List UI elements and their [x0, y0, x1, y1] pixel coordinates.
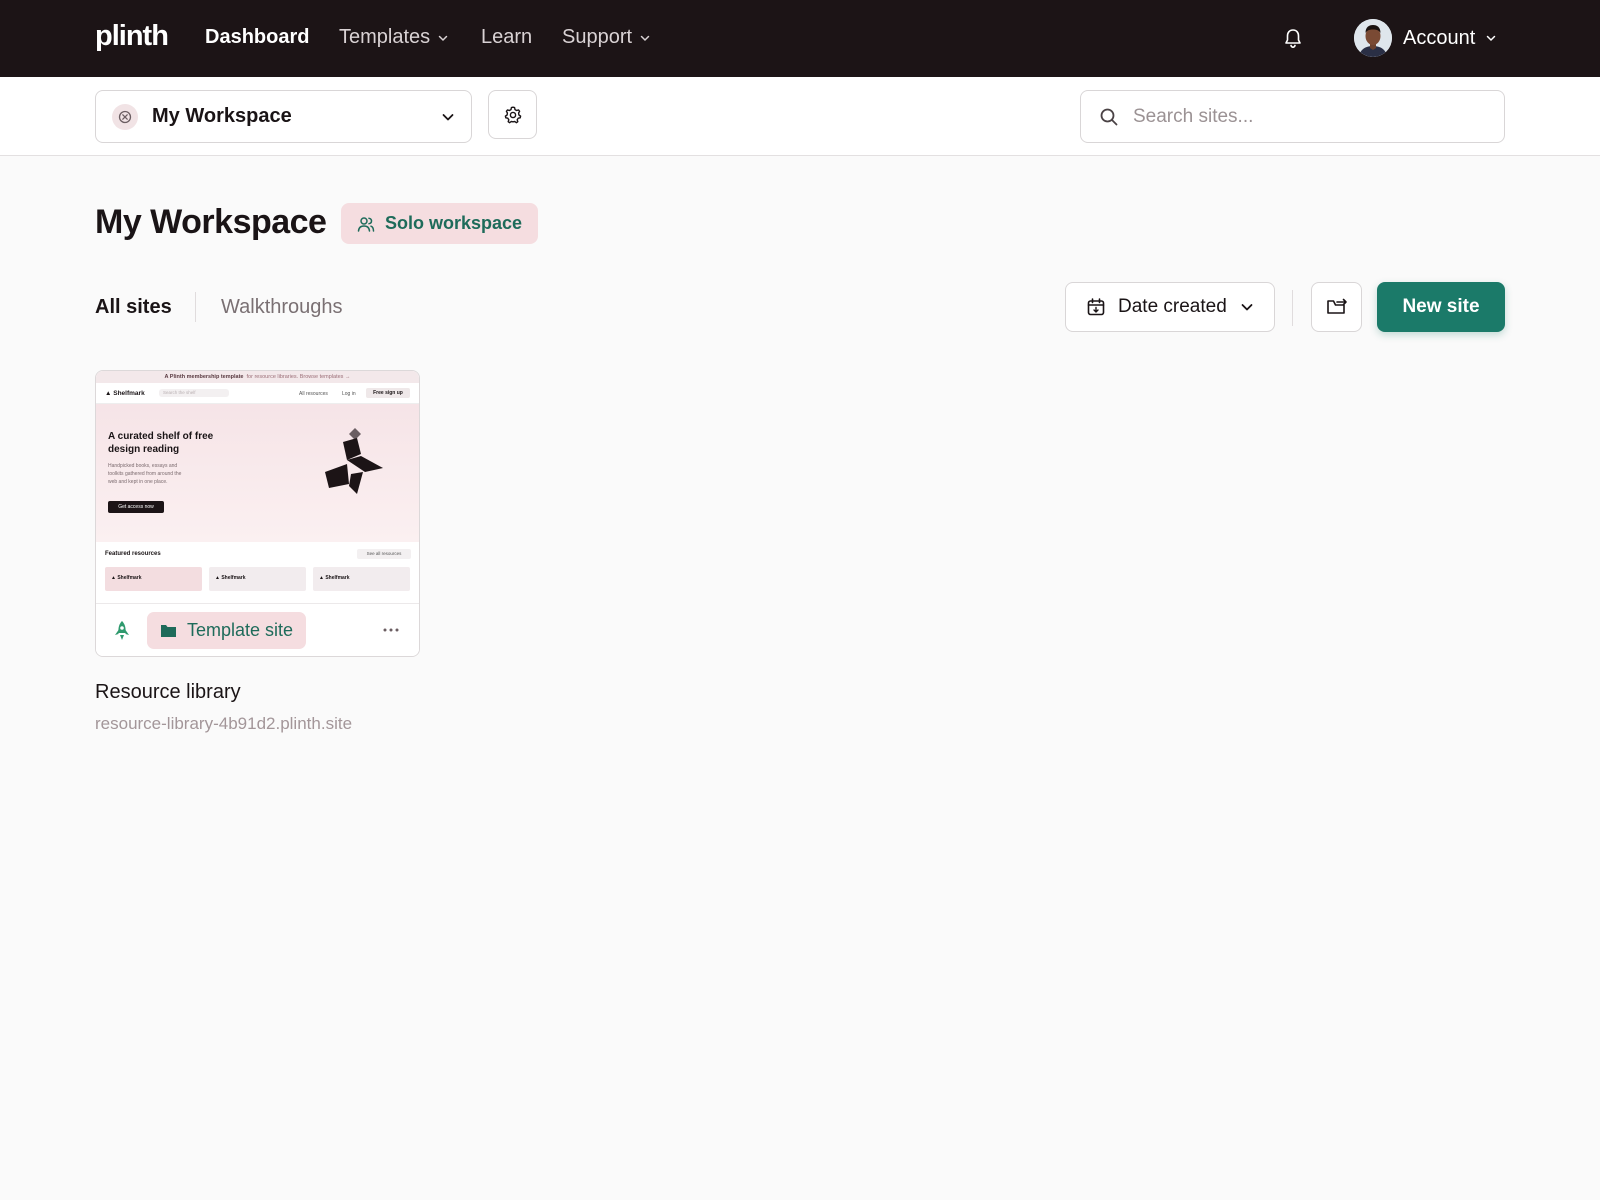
toolbar-divider	[1292, 290, 1293, 326]
nav-item-learn[interactable]: Learn	[481, 26, 532, 49]
notifications-bell-icon[interactable]	[1283, 28, 1303, 55]
thumbnail-banner-text: for resource libraries. Browse templates…	[246, 374, 351, 380]
search-bar[interactable]	[1080, 90, 1505, 143]
search-icon	[1100, 108, 1118, 125]
thumbnail-mini-card-label: Shelfmark	[221, 575, 246, 581]
account-label: Account	[1403, 26, 1476, 49]
workspace-type-badge: Solo workspace	[341, 203, 539, 244]
plinth-logo[interactable]: plinth	[95, 20, 169, 53]
avatar	[1354, 19, 1392, 57]
thumbnail-featured-title: Featured resources	[105, 551, 161, 557]
tab-all-sites[interactable]: All sites	[95, 296, 172, 319]
thumbnail-mini-card: ▲ Shelfmark	[209, 567, 306, 591]
folder-icon	[161, 625, 176, 637]
page-title: My Workspace	[95, 203, 327, 241]
thumbnail-banner-bold: A Plinth membership template	[164, 374, 244, 380]
workspace-type-label: Solo workspace	[385, 213, 523, 233]
thumbnail-banner: A Plinth membership template for resourc…	[96, 371, 419, 383]
workspace-selector-label: My Workspace	[152, 105, 292, 127]
template-site-badge[interactable]: Template site	[147, 612, 307, 649]
workspace-selector[interactable]: My Workspace	[95, 90, 472, 143]
thumbnail-see-all: See all resources	[357, 549, 411, 559]
rocket-icon	[112, 620, 132, 647]
nav-item-label: Support	[562, 26, 633, 48]
thumbnail-brand: ▲ Shelfmark	[105, 390, 145, 397]
nav-item-support[interactable]: Support	[562, 26, 650, 49]
workspace-toolbar: My Workspace	[0, 77, 1600, 156]
nav-item-templates[interactable]: Templates	[339, 26, 448, 49]
gear-icon	[504, 106, 521, 123]
chevron-down-icon	[1241, 304, 1253, 311]
thumbnail-mini-card-label: Shelfmark	[117, 575, 142, 581]
thumbnail-hero: A curated shelf of free design reading H…	[96, 404, 419, 542]
thumbnail-nav: ▲ Shelfmark Search the shelf All resourc…	[96, 383, 419, 404]
site-more-options-button[interactable]	[379, 620, 403, 640]
new-site-button[interactable]: New site	[1377, 282, 1505, 332]
chevron-down-icon	[442, 113, 454, 120]
site-name[interactable]: Resource library	[95, 681, 241, 704]
chevron-down-icon	[640, 35, 650, 41]
users-icon	[357, 216, 375, 232]
workspace-icon	[112, 103, 138, 130]
site-url[interactable]: resource-library-4b91d2.plinth.site	[95, 714, 352, 734]
template-site-label: Template site	[187, 620, 294, 640]
move-to-folder-button[interactable]	[1311, 282, 1362, 332]
site-thumbnail[interactable]: A Plinth membership template for resourc…	[96, 371, 419, 603]
site-card[interactable]: A Plinth membership template for resourc…	[95, 370, 420, 657]
thumbnail-mini-card-label: Shelfmark	[325, 575, 350, 581]
nav-item-dashboard[interactable]: Dashboard	[205, 26, 309, 49]
nav-item-label: Learn	[481, 26, 533, 48]
chevron-down-icon	[438, 35, 448, 41]
top-navigation-bar: plinth Dashboard Templates Learn Support…	[0, 0, 1600, 77]
more-horizontal-icon	[383, 628, 399, 632]
thumbnail-mini-card: ▲ Shelfmark	[105, 567, 202, 591]
nav-item-label: Dashboard	[205, 26, 310, 48]
thumbnail-cta: Get access now	[108, 501, 164, 513]
thumbnail-subtext: Handpicked books, essays and toolkits ga…	[108, 463, 182, 485]
sort-label: Date created	[1118, 296, 1227, 317]
calendar-icon	[1087, 298, 1105, 316]
thumbnail-signup: Free sign up	[366, 388, 410, 398]
shelfmark-logo-graphic	[325, 428, 383, 494]
thumbnail-mini-card: ▲ Shelfmark	[313, 567, 410, 591]
account-menu[interactable]: Account	[1354, 19, 1496, 57]
tab-divider	[195, 292, 196, 322]
thumbnail-nav-link: Log in	[342, 391, 356, 397]
search-input[interactable]	[1133, 105, 1473, 128]
folder-move-icon	[1326, 298, 1347, 314]
thumbnail-nav-link: All resources	[299, 391, 328, 397]
thumbnail-headline: A curated shelf of free design reading	[108, 431, 214, 455]
nav-item-label: Templates	[339, 26, 431, 48]
thumbnail-brand-label: Shelfmark	[113, 390, 145, 397]
tab-walkthroughs[interactable]: Walkthroughs	[221, 296, 343, 319]
site-card-footer: Template site	[96, 603, 419, 656]
thumbnail-search: Search the shelf	[159, 389, 229, 397]
sort-dropdown[interactable]: Date created	[1065, 282, 1275, 332]
workspace-settings-button[interactable]	[488, 90, 537, 139]
chevron-down-icon	[1487, 35, 1496, 42]
